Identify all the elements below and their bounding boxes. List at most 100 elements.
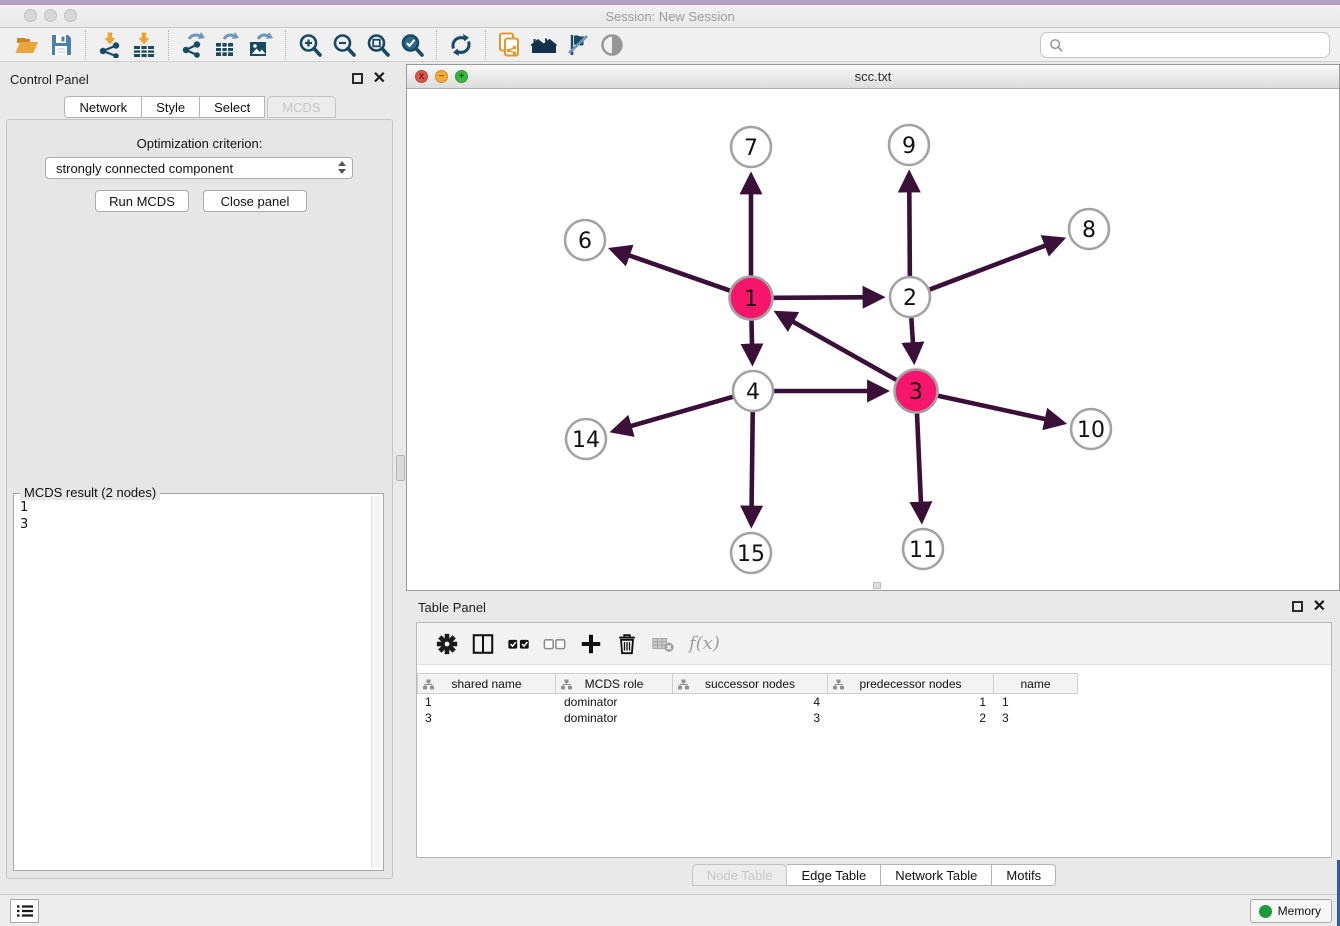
table-cell[interactable]: 4 <box>673 694 828 710</box>
network-window-titlebar[interactable]: x − + scc.txt <box>407 65 1339 89</box>
export-table-icon[interactable] <box>210 30 244 60</box>
splitter-grip[interactable] <box>396 455 405 481</box>
float-panel-icon[interactable] <box>1292 601 1303 612</box>
table-row[interactable]: 1dominator411 <box>417 694 1331 710</box>
edge-4-15[interactable] <box>751 412 752 524</box>
select-all-icon[interactable] <box>501 626 537 662</box>
search-box[interactable] <box>1040 32 1330 58</box>
memory-button[interactable]: Memory <box>1250 899 1332 923</box>
zoom-in-icon[interactable] <box>293 30 327 60</box>
import-table-icon[interactable] <box>127 30 161 60</box>
column-header-MCDS-role[interactable]: MCDS role <box>556 673 673 694</box>
graph-node-label-7: 7 <box>744 136 758 161</box>
window-title: Session: New Session <box>0 9 1340 24</box>
table-header-row: shared nameMCDS rolesuccessor nodesprede… <box>417 673 1331 694</box>
tab-style[interactable]: Style <box>142 96 200 118</box>
search-input[interactable] <box>1068 34 1329 56</box>
zoom-out-icon[interactable] <box>327 30 361 60</box>
deselect-all-icon[interactable] <box>537 626 573 662</box>
node-table-container: f(x) shared nameMCDS rolesuccessor nodes… <box>416 622 1332 858</box>
save-session-icon[interactable] <box>44 30 78 60</box>
graph-node-label-4: 4 <box>746 380 760 405</box>
columns-icon[interactable] <box>465 626 501 662</box>
toolbar-separator <box>85 30 86 60</box>
edge-1-2[interactable] <box>773 297 881 298</box>
gear-icon[interactable] <box>429 626 465 662</box>
function-icon[interactable]: f(x) <box>689 633 720 654</box>
result-scrollbar[interactable] <box>371 496 382 868</box>
table-cell[interactable]: 3 <box>673 710 828 726</box>
table-row[interactable]: 3dominator323 <box>417 710 1331 726</box>
mcds-panel-body: Optimization criterion: strongly connect… <box>6 119 393 879</box>
tab-network[interactable]: Network <box>64 96 142 118</box>
table-cell[interactable]: dominator <box>556 710 673 726</box>
flag-icon[interactable] <box>561 30 595 60</box>
edge-3-11[interactable] <box>917 413 922 520</box>
eye-icon[interactable] <box>595 30 629 60</box>
mcds-result-group: MCDS result (2 nodes) 1 3 <box>13 493 384 871</box>
table-body: 1dominator4113dominator323 <box>417 694 1331 857</box>
control-panel-tabs: NetworkStyleSelectMCDS <box>0 96 400 118</box>
close-panel-icon[interactable]: ✕ <box>373 73 386 84</box>
tab-select[interactable]: Select <box>200 96 265 118</box>
graph-node-label-15: 15 <box>737 542 765 567</box>
delete-table-icon[interactable] <box>645 626 681 662</box>
export-image-icon[interactable] <box>244 30 278 60</box>
column-header-successor-nodes[interactable]: successor nodes <box>673 673 828 694</box>
task-history-button[interactable] <box>10 899 39 923</box>
graph-node-label-14: 14 <box>572 428 600 453</box>
memory-status-dot <box>1259 905 1272 918</box>
table-tabs: Node TableEdge TableNetwork TableMotifs <box>406 864 1340 886</box>
add-icon[interactable] <box>573 626 609 662</box>
window-resize-grip[interactable] <box>873 582 881 589</box>
table-cell[interactable]: dominator <box>556 694 673 710</box>
tab-edge-table[interactable]: Edge Table <box>787 864 881 886</box>
column-header-shared-name[interactable]: shared name <box>417 673 556 694</box>
column-header-name[interactable]: name <box>994 673 1078 694</box>
tab-motifs[interactable]: Motifs <box>992 864 1056 886</box>
table-cell[interactable]: 1 <box>417 694 556 710</box>
table-cell[interactable]: 1 <box>994 694 1078 710</box>
tab-mcds[interactable]: MCDS <box>267 96 335 118</box>
edge-4-14[interactable] <box>614 397 733 431</box>
graph-node-label-9: 9 <box>902 134 916 159</box>
home-icon[interactable] <box>527 30 561 60</box>
edge-3-10[interactable] <box>938 396 1063 423</box>
tab-node-table[interactable]: Node Table <box>692 864 788 886</box>
edge-3-1[interactable] <box>778 313 897 380</box>
table-cell[interactable]: 3 <box>417 710 556 726</box>
mcds-result-text[interactable]: 1 3 <box>16 497 369 868</box>
table-cell[interactable]: 1 <box>828 694 994 710</box>
tab-network-table[interactable]: Network Table <box>881 864 992 886</box>
import-network-icon[interactable] <box>93 30 127 60</box>
control-panel: Control Panel ✕ NetworkStyleSelectMCDS O… <box>0 62 400 894</box>
close-panel-icon[interactable]: ✕ <box>1313 601 1326 612</box>
zoom-selected-icon[interactable] <box>395 30 429 60</box>
open-session-icon[interactable] <box>10 30 44 60</box>
zoom-fit-icon[interactable] <box>361 30 395 60</box>
search-icon <box>1049 38 1064 53</box>
graph-node-label-10: 10 <box>1077 418 1105 443</box>
edge-2-9[interactable] <box>909 174 910 276</box>
clone-network-icon[interactable] <box>493 30 527 60</box>
toolbar-separator <box>436 30 437 60</box>
column-header-predecessor-nodes[interactable]: predecessor nodes <box>828 673 994 694</box>
table-cell[interactable]: 2 <box>828 710 994 726</box>
apply-layout-icon[interactable] <box>444 30 478 60</box>
graph-node-label-3: 3 <box>909 380 923 405</box>
toolbar-separator <box>168 30 169 60</box>
edge-1-4[interactable] <box>751 320 752 362</box>
export-network-icon[interactable] <box>176 30 210 60</box>
network-canvas[interactable]: 7968124314101511 <box>407 89 1339 590</box>
run-mcds-button[interactable]: Run MCDS <box>95 190 189 212</box>
trash-icon[interactable] <box>609 626 645 662</box>
optimization-criterion-select[interactable]: strongly connected component <box>45 157 353 179</box>
close-panel-button[interactable]: Close panel <box>203 190 307 212</box>
edge-1-6[interactable] <box>612 250 729 291</box>
edge-2-8[interactable] <box>930 239 1062 289</box>
titlebar-accent <box>0 0 1340 5</box>
edge-2-3[interactable] <box>911 318 914 361</box>
app-titlebar: Session: New Session <box>0 0 1340 28</box>
table-cell[interactable]: 3 <box>994 710 1078 726</box>
float-panel-icon[interactable] <box>352 73 363 84</box>
